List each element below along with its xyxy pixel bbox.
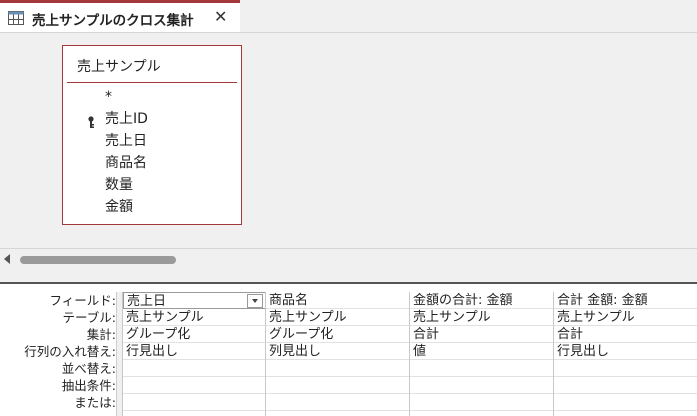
row-label: 行列の入れ替え:: [24, 344, 116, 359]
field-cell[interactable]: 売上日: [123, 292, 266, 309]
sort-cell[interactable]: [410, 360, 554, 377]
close-icon[interactable]: ✕: [214, 7, 227, 26]
or-cell[interactable]: [410, 394, 554, 411]
document-tab-bar: 売上サンプルのクロス集計 ✕: [0, 0, 697, 33]
chevron-down-icon[interactable]: [247, 294, 263, 308]
sort-cell[interactable]: [554, 360, 697, 377]
row-label: または:: [74, 395, 116, 410]
field-item[interactable]: 売上ID: [105, 108, 148, 130]
field-item[interactable]: 商品名: [105, 152, 148, 174]
field-item[interactable]: 売上日: [105, 130, 148, 152]
total-cell[interactable]: グループ化: [266, 326, 410, 343]
crosstab-cell[interactable]: 列見出し: [266, 343, 410, 360]
grid-column-2[interactable]: 商品名 売上サンプル グループ化 列見出し: [265, 292, 410, 416]
query-design-canvas: 売上サンプル * 売上ID 売上日 商品名 数量 金額: [0, 33, 697, 248]
field-cell[interactable]: 合計 金額: 金額: [554, 292, 697, 309]
row-label: フィールド:: [49, 293, 116, 308]
pane-splitter[interactable]: [0, 270, 697, 284]
sort-cell[interactable]: [266, 360, 410, 377]
grid-column-1[interactable]: 売上日 売上サンプル グループ化 行見出し: [122, 292, 266, 416]
field-value: 売上日: [127, 294, 167, 309]
total-cell[interactable]: グループ化: [123, 326, 266, 343]
query-icon: [8, 11, 24, 25]
field-item[interactable]: *: [105, 86, 148, 108]
table-cell[interactable]: 売上サンプル: [410, 309, 554, 326]
field-item[interactable]: 金額: [105, 196, 148, 218]
table-cell[interactable]: 売上サンプル: [123, 309, 266, 326]
field-cell[interactable]: 金額の合計: 金額: [410, 292, 554, 309]
criteria-cell[interactable]: [266, 377, 410, 394]
criteria-cell[interactable]: [410, 377, 554, 394]
grid-column-4[interactable]: 合計 金額: 金額 売上サンプル 合計 行見出し: [553, 292, 697, 416]
or-cell[interactable]: [123, 394, 266, 411]
grid-column-3[interactable]: 金額の合計: 金額 売上サンプル 合計 値: [409, 292, 554, 416]
row-label: 集計:: [86, 327, 116, 342]
scroll-left-icon[interactable]: [4, 254, 10, 264]
or-cell[interactable]: [266, 394, 410, 411]
row-label: 抽出条件:: [61, 378, 116, 393]
primary-key-icon: [88, 116, 94, 128]
field-cell[interactable]: 商品名: [266, 292, 410, 309]
field-list: * 売上ID 売上日 商品名 数量 金額: [105, 86, 148, 218]
field-list-table[interactable]: 売上サンプル * 売上ID 売上日 商品名 数量 金額: [62, 45, 242, 225]
crosstab-cell[interactable]: 行見出し: [123, 343, 266, 360]
criteria-cell[interactable]: [554, 377, 697, 394]
table-cell[interactable]: 売上サンプル: [554, 309, 697, 326]
sort-cell[interactable]: [123, 360, 266, 377]
row-label: 並べ替え:: [61, 361, 116, 376]
design-grid: フィールド: テーブル: 集計: 行列の入れ替え: 並べ替え: 抽出条件: また…: [0, 284, 697, 416]
or-cell[interactable]: [554, 394, 697, 411]
table-cell[interactable]: 売上サンプル: [266, 309, 410, 326]
tab-title: 売上サンプルのクロス集計: [32, 13, 194, 29]
criteria-cell[interactable]: [123, 377, 266, 394]
row-label: テーブル:: [62, 310, 116, 325]
total-cell[interactable]: 合計: [554, 326, 697, 343]
field-item[interactable]: 数量: [105, 174, 148, 196]
field-list-divider: [67, 82, 237, 83]
row-labels: フィールド: テーブル: 集計: 行列の入れ替え: 並べ替え: 抽出条件: また…: [0, 292, 116, 411]
crosstab-cell[interactable]: 値: [410, 343, 554, 360]
query-tab[interactable]: 売上サンプルのクロス集計 ✕: [0, 0, 240, 32]
field-list-title: 売上サンプル: [77, 59, 161, 75]
crosstab-cell[interactable]: 行見出し: [554, 343, 697, 360]
total-cell[interactable]: 合計: [410, 326, 554, 343]
scroll-thumb[interactable]: [20, 256, 176, 264]
horizontal-scrollbar[interactable]: [0, 248, 697, 271]
